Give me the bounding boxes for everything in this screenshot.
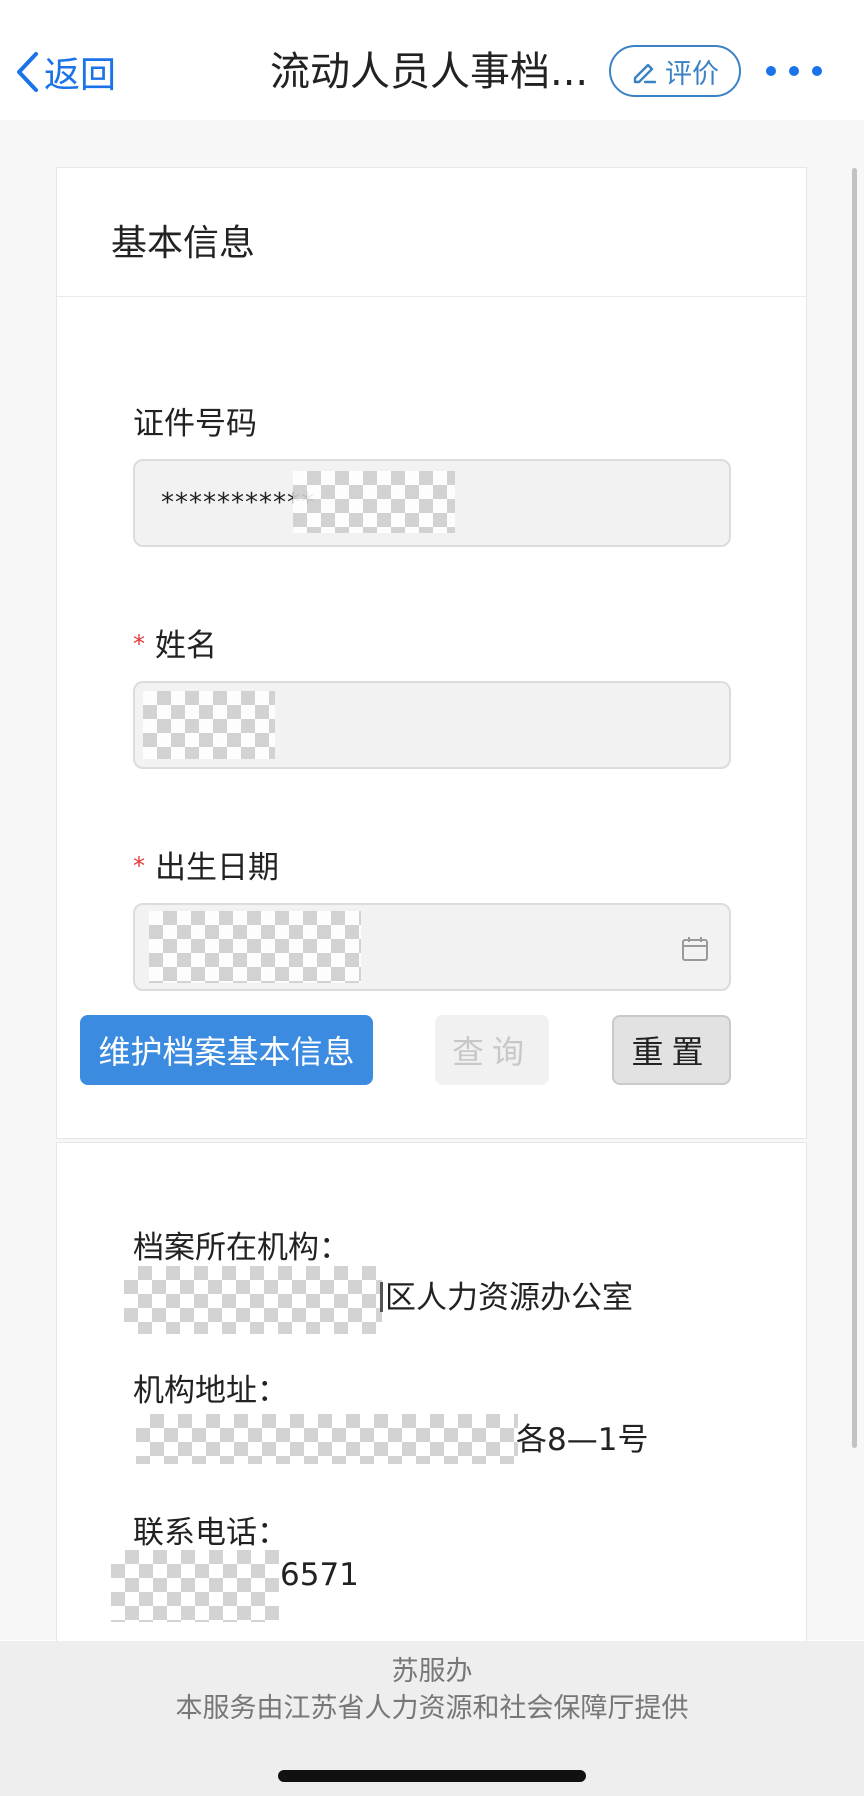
more-dot-icon bbox=[789, 66, 799, 76]
footer-provider-text: 本服务由江苏省人力资源和社会保障厅提供 bbox=[175, 1693, 689, 1724]
card-title: 基本信息 bbox=[111, 223, 256, 264]
footer-service-name: 苏服办 bbox=[391, 1656, 473, 1687]
home-indicator[interactable] bbox=[278, 1770, 586, 1782]
phone-label: 联系电话： bbox=[133, 1515, 288, 1551]
calendar-icon[interactable] bbox=[681, 935, 709, 963]
chevron-left-icon bbox=[17, 52, 38, 92]
redacted-mosaic bbox=[111, 1550, 279, 1622]
redacted-mosaic bbox=[293, 471, 455, 533]
birth-date-field[interactable] bbox=[133, 903, 731, 991]
back-label: 返回 bbox=[44, 55, 117, 96]
birth-date-label: * 出生日期 bbox=[133, 842, 279, 887]
archive-org-value-text: 区人力资源办公室 bbox=[385, 1280, 633, 1316]
reset-button[interactable]: 重置 bbox=[612, 1015, 731, 1085]
id-number-field[interactable]: *********** bbox=[133, 459, 731, 547]
archive-org-label: 档案所在机构： bbox=[133, 1230, 350, 1266]
redacted-mosaic bbox=[136, 1414, 518, 1464]
birth-date-label-text: 出生日期 bbox=[155, 850, 279, 886]
text-cursor-fragment bbox=[380, 1282, 383, 1312]
required-mark: * bbox=[133, 852, 145, 880]
more-options-button[interactable] bbox=[766, 56, 822, 86]
scrollbar[interactable] bbox=[852, 168, 857, 1448]
more-dot-icon bbox=[812, 66, 822, 76]
edit-icon bbox=[633, 63, 657, 84]
org-address-label: 机构地址： bbox=[133, 1373, 288, 1409]
more-dot-icon bbox=[766, 66, 776, 76]
back-button[interactable]: 返回 bbox=[14, 44, 116, 100]
name-field[interactable] bbox=[133, 681, 731, 769]
name-label-text: 姓名 bbox=[155, 628, 217, 664]
required-mark: * bbox=[133, 630, 145, 658]
redacted-mosaic bbox=[124, 1266, 382, 1334]
navigation-bar: 返回 流动人员人事档... 评价 bbox=[0, 0, 864, 120]
id-number-value: *********** bbox=[161, 488, 315, 518]
query-button[interactable]: 查询 bbox=[435, 1015, 549, 1085]
phone-value: 6571 bbox=[280, 1557, 359, 1593]
rate-button[interactable]: 评价 bbox=[609, 45, 741, 97]
archive-org-value: 区人力资源办公室 bbox=[380, 1272, 633, 1317]
redacted-mosaic bbox=[143, 691, 275, 759]
redacted-mosaic bbox=[149, 911, 361, 983]
rate-label: 评价 bbox=[665, 58, 719, 90]
footer: 苏服办 本服务由江苏省人力资源和社会保障厅提供 bbox=[0, 1641, 864, 1796]
name-label: * 姓名 bbox=[133, 620, 217, 665]
card-header: 基本信息 bbox=[57, 168, 806, 297]
org-address-value: 各8—1号 bbox=[516, 1422, 649, 1458]
maintain-archive-button[interactable]: 维护档案基本信息 bbox=[80, 1015, 373, 1085]
id-number-label: 证件号码 bbox=[133, 406, 257, 442]
page-title: 流动人员人事档... bbox=[270, 49, 589, 95]
